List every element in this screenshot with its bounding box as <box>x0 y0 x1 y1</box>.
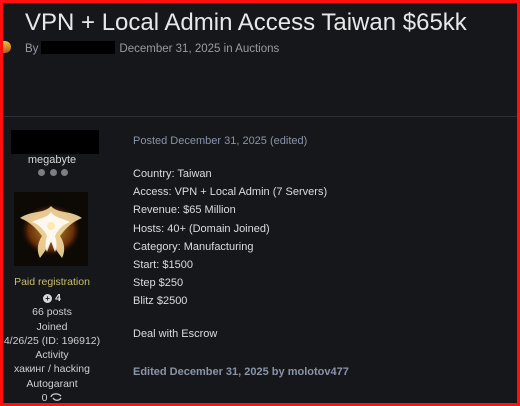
topic-title: VPN + Local Admin Access Taiwan $65kk <box>25 9 467 36</box>
joined-label: Joined <box>36 321 68 333</box>
post-line: Start: $1500 <box>133 259 193 272</box>
author-name[interactable]: megabyte <box>3 154 101 166</box>
post-line: Revenue: $65 Million <box>133 204 236 217</box>
divider <box>3 116 517 117</box>
author-avatar[interactable] <box>14 192 88 266</box>
status-badge: Autogarant <box>26 378 78 390</box>
screenshot-frame: VPN + Local Admin Access Taiwan $65kk By… <box>0 0 520 406</box>
reputation-count: +4 <box>3 292 101 304</box>
activity-label: Activity <box>35 349 69 361</box>
post-body: Country: Taiwan Access: VPN + Local Admi… <box>133 165 327 311</box>
post-count[interactable]: 66 posts <box>3 306 101 318</box>
redacted-title-block <box>11 130 99 154</box>
topic-date: December 31, 2025 <box>119 43 221 55</box>
reaction-value: 0 <box>41 392 48 404</box>
escrow-note: Deal with Escrow <box>133 328 218 340</box>
post-line: Country: Taiwan <box>133 168 212 180</box>
member-group: Paid registration <box>14 276 90 288</box>
reaction-count[interactable]: 0 <box>3 392 101 404</box>
post-line: Hosts: 40+ (Domain Joined) <box>133 222 270 235</box>
avatar-fragment <box>3 41 11 53</box>
post-date: Posted December 31, 2025 (edited) <box>133 135 308 147</box>
post-line: Access: VPN + Local Admin (7 Servers) <box>133 186 328 199</box>
joined-value: 4/26/25 (ID: 196912) <box>3 335 101 347</box>
post-line: Category: Manufacturing <box>133 240 254 253</box>
phoenix-avatar-icon <box>14 192 88 266</box>
topic-byline: By December 31, 2025 in Auctions <box>25 41 279 55</box>
redacted-author-link[interactable] <box>41 41 116 54</box>
reputation-value: 4 <box>55 292 61 304</box>
post-line: Step $250 <box>133 277 184 290</box>
in-label: in <box>223 43 233 55</box>
forum-link[interactable]: Auctions <box>235 43 279 55</box>
edited-note: Edited December 31, 2025 by molotov477 <box>133 366 349 378</box>
rank-dots <box>38 169 68 176</box>
post-line: Blitz $2500 <box>133 295 188 308</box>
activity-value: хакинг / hacking <box>13 363 90 375</box>
plus-circle-icon: + <box>43 294 53 303</box>
by-label: By <box>25 43 39 55</box>
reaction-icon <box>50 393 62 401</box>
